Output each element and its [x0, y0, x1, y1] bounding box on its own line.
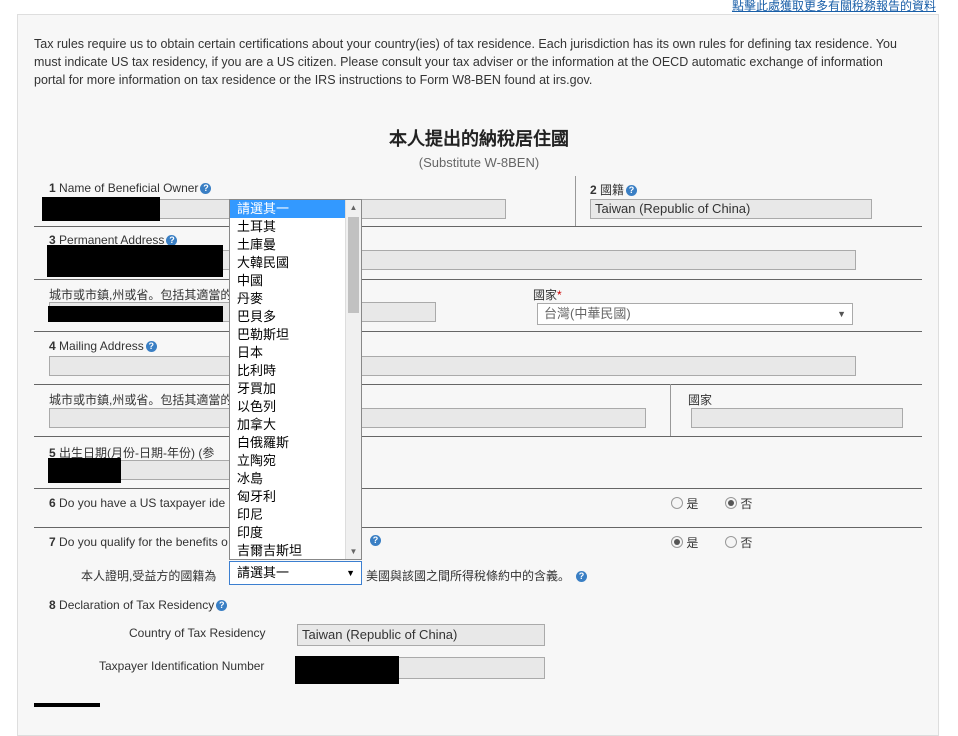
- permanent-country-label: 國家*: [533, 288, 562, 302]
- redacted-block: [48, 306, 223, 322]
- radio-yes[interactable]: [671, 497, 683, 509]
- radio-yes[interactable]: [671, 536, 683, 548]
- form-subtitle: (Substitute W-8BEN): [418, 155, 540, 170]
- field-2-label: 2 國籍?: [590, 181, 638, 198]
- help-icon[interactable]: ?: [576, 571, 588, 582]
- redacted-block: [34, 703, 100, 707]
- dropdown-option[interactable]: 巴勒斯坦: [230, 326, 361, 344]
- divider: [34, 279, 922, 280]
- field-7-no[interactable]: 否: [725, 534, 752, 551]
- redacted-block: [42, 197, 160, 221]
- help-icon[interactable]: ?: [145, 341, 157, 352]
- help-icon[interactable]: ?: [626, 185, 638, 196]
- form-title: 本人提出的納稅居住國: [389, 129, 569, 149]
- scroll-up-icon[interactable]: ▲: [346, 200, 361, 215]
- mailing-country-input[interactable]: [691, 408, 903, 428]
- divider: [34, 436, 922, 437]
- help-icon[interactable]: ?: [200, 183, 212, 194]
- permanent-city-label: 城市或市鎮,州或省。包括其適當的: [49, 288, 233, 302]
- country-dropdown-list[interactable]: 請選其一 土耳其 土庫曼 大韓民國 中國 丹麥 巴貝多 巴勒斯坦 日本 比利時 牙買加 以色列 加拿大白…: [229, 199, 362, 560]
- dropdown-option[interactable]: 印度: [230, 524, 361, 542]
- dropdown-option[interactable]: 白俄羅斯: [230, 434, 361, 452]
- field-6-label: 6 Do you have a US taxpayer ide: [49, 496, 226, 510]
- dropdown-option[interactable]: 牙買加: [230, 380, 361, 398]
- treaty-country-select[interactable]: 請選其一 ▼: [229, 561, 362, 585]
- dropdown-option[interactable]: 立陶宛: [230, 452, 361, 470]
- dropdown-option[interactable]: 丹麥: [230, 290, 361, 308]
- field-7-label: 7 Do you qualify for the benefits o: [49, 535, 228, 549]
- dropdown-option[interactable]: 冰島: [230, 470, 361, 488]
- dropdown-option[interactable]: 請選其一: [230, 200, 361, 218]
- chevron-down-icon: ▼: [346, 568, 355, 578]
- dropdown-option[interactable]: 巴貝多: [230, 308, 361, 326]
- mailing-country-label: 國家: [688, 393, 713, 407]
- citizenship-input[interactable]: Taiwan (Republic of China): [590, 199, 872, 219]
- field-6-no[interactable]: 否: [725, 495, 752, 512]
- dropdown-option[interactable]: 日本: [230, 344, 361, 362]
- dropdown-option[interactable]: 以色列: [230, 398, 361, 416]
- tin-label: Taxpayer Identification Number: [99, 659, 265, 673]
- dropdown-option[interactable]: 比利時: [230, 362, 361, 380]
- dropdown-option[interactable]: 加拿大: [230, 416, 361, 434]
- dropdown-option[interactable]: 印尼: [230, 506, 361, 524]
- help-icon[interactable]: ?: [216, 600, 228, 611]
- dropdown-option[interactable]: 匈牙利: [230, 488, 361, 506]
- mailing-city-label: 城市或市鎮,州或省。包括其適當的: [49, 393, 233, 407]
- divider: [34, 331, 922, 332]
- redacted-block: [48, 458, 121, 483]
- divider: [34, 527, 922, 528]
- field-8-label: 8 Declaration of Tax Residency?: [49, 598, 228, 612]
- field-7-yes[interactable]: 是: [671, 534, 698, 551]
- scroll-down-icon[interactable]: ▼: [346, 544, 361, 559]
- dropdown-scrollbar[interactable]: ▲ ▼: [345, 200, 361, 559]
- redacted-block: [47, 245, 223, 277]
- field-6-yes[interactable]: 是: [671, 495, 698, 512]
- dropdown-option[interactable]: 中國: [230, 272, 361, 290]
- chevron-down-icon: ▼: [837, 309, 846, 319]
- dropdown-option[interactable]: 土庫曼: [230, 236, 361, 254]
- radio-no[interactable]: [725, 536, 737, 548]
- permanent-country-select[interactable]: 台灣(中華民國) ▼: [537, 303, 853, 325]
- tax-residency-country-label: Country of Tax Residency: [129, 626, 266, 640]
- tax-residency-country-input[interactable]: Taiwan (Republic of China): [297, 624, 545, 646]
- redacted-block: [295, 656, 399, 684]
- treaty-certify-prefix: 本人證明,受益方的國籍為: [81, 569, 217, 583]
- radio-no[interactable]: [725, 497, 737, 509]
- help-icon[interactable]: ?: [370, 535, 381, 546]
- dropdown-option[interactable]: 吉爾吉斯坦: [230, 542, 361, 559]
- field-4-label: 4 Mailing Address?: [49, 339, 157, 353]
- divider: [34, 226, 922, 227]
- dropdown-option[interactable]: 土耳其: [230, 218, 361, 236]
- divider: [34, 488, 922, 489]
- dropdown-option[interactable]: 大韓民國: [230, 254, 361, 272]
- tax-reporting-info-link[interactable]: 點擊此處獲取更多有關稅務報告的資料: [732, 0, 936, 14]
- divider: [575, 176, 576, 226]
- divider: [34, 384, 922, 385]
- intro-text: Tax rules require us to obtain certain c…: [34, 37, 897, 87]
- treaty-certify-suffix: 美國與該國之間所得稅條約中的含義。?: [366, 567, 588, 584]
- divider: [670, 384, 671, 436]
- scroll-thumb[interactable]: [348, 217, 359, 313]
- field-1-label: 1 Name of Beneficial Owner?: [49, 181, 212, 195]
- mailing-address-input[interactable]: [49, 356, 856, 376]
